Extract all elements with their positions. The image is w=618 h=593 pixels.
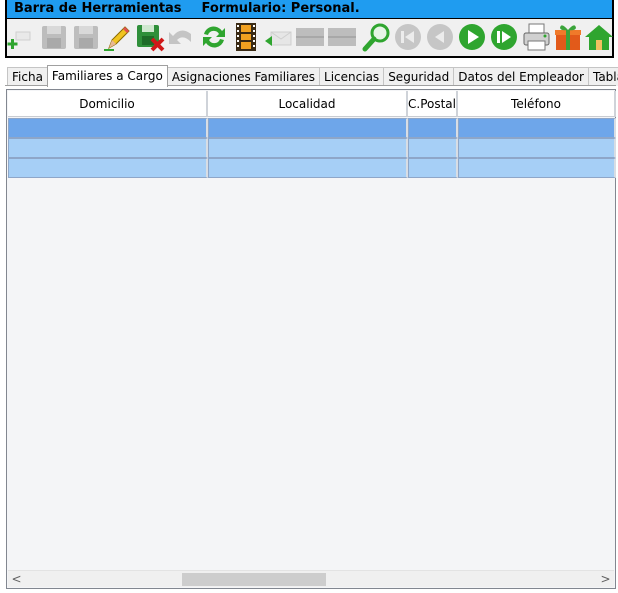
home-button[interactable] [584,21,614,53]
cell-cpostal[interactable] [408,118,458,138]
cell-domicilio[interactable] [8,158,208,178]
grid-header: Domicilio Localidad C.Postal Teléfono [8,91,616,117]
print-icon [523,23,550,51]
cell-domicilio[interactable] [8,118,208,138]
blank-button-2[interactable] [327,21,357,53]
cell-cpostal[interactable] [408,138,458,158]
form-label: Formulario: Personal. [201,1,360,16]
blank-button-2-icon [328,28,356,46]
tab-tabla[interactable]: Tabla [587,67,618,86]
table-row[interactable] [8,138,616,158]
film-strip-icon [236,23,256,51]
refresh-icon [203,26,225,48]
save-as-button[interactable] [71,21,101,53]
cell-localidad[interactable] [208,138,408,158]
personal-form-window: Barra de Herramientas Formulario: Persona… [0,0,618,593]
undo-icon [169,30,191,44]
cell-localidad[interactable] [208,158,408,178]
column-header-telefono[interactable]: Teléfono [458,91,616,117]
toolbar-buttons [7,21,614,55]
scroll-right-arrow[interactable]: > [597,571,614,587]
undo-button[interactable] [167,21,197,53]
next-record-button[interactable] [457,21,487,53]
cell-domicilio[interactable] [8,138,208,158]
previous-record-icon [427,24,453,50]
delete-record-icon [137,25,165,52]
tab-asignaciones-familiares[interactable]: Asignaciones Familiares [166,67,321,86]
first-record-button[interactable] [393,21,423,53]
film-button[interactable] [231,21,261,53]
cell-telefono[interactable] [458,138,616,158]
search-magnifier-icon [362,23,390,52]
table-row[interactable] [8,158,616,178]
tab-seguridad[interactable]: Seguridad [383,67,455,86]
next-record-icon [459,24,485,50]
save-icon [42,26,66,49]
delete-record-button[interactable] [135,21,165,53]
home-icon [585,25,613,50]
cell-localidad[interactable] [208,118,408,138]
previous-record-button[interactable] [425,21,455,53]
column-header-cpostal[interactable]: C.Postal [408,91,458,117]
cell-telefono[interactable] [458,158,616,178]
tab-familiares-a-cargo[interactable]: Familiares a Cargo [46,65,168,87]
tab-licencias[interactable]: Licencias [319,67,385,86]
gift-button[interactable] [553,21,583,53]
tab-strip: Ficha Familiares a Cargo Asignaciones Fa… [7,65,618,87]
first-record-icon [395,24,421,50]
toolbar-panel: Barra de Herramientas Formulario: Persona… [5,0,614,58]
toolbar-title-bar: Barra de Herramientas Formulario: Persona… [7,0,612,19]
save-as-icon [74,26,98,49]
add-record-button[interactable] [7,21,37,53]
scrollbar-thumb[interactable] [182,573,326,586]
column-header-domicilio[interactable]: Domicilio [8,91,208,117]
save-button[interactable] [39,21,69,53]
edit-pencil-icon [104,26,130,51]
search-button[interactable] [362,21,392,53]
horizontal-scrollbar[interactable]: < > [8,570,614,587]
print-button[interactable] [521,21,551,53]
add-record-icon [7,31,31,49]
column-header-localidad[interactable]: Localidad [208,91,408,117]
scroll-left-arrow[interactable]: < [8,571,25,587]
gift-icon [555,25,581,50]
grid-rows [8,118,616,178]
mail-reply-icon [265,31,292,46]
blank-button-1[interactable] [295,21,325,53]
last-record-button[interactable] [489,21,519,53]
mail-reply-button[interactable] [263,21,293,53]
blank-button-1-icon [296,28,324,46]
edit-button[interactable] [103,21,133,53]
table-row[interactable] [8,118,616,138]
familiares-grid[interactable]: Domicilio Localidad C.Postal Teléfono < … [6,89,616,589]
toolbar-title: Barra de Herramientas [14,1,182,16]
tab-ficha[interactable]: Ficha [7,67,48,86]
cell-telefono[interactable] [458,118,616,138]
cell-cpostal[interactable] [408,158,458,178]
last-record-icon [491,24,517,50]
tab-datos-del-empleador[interactable]: Datos del Empleador [453,67,589,86]
refresh-button[interactable] [199,21,229,53]
